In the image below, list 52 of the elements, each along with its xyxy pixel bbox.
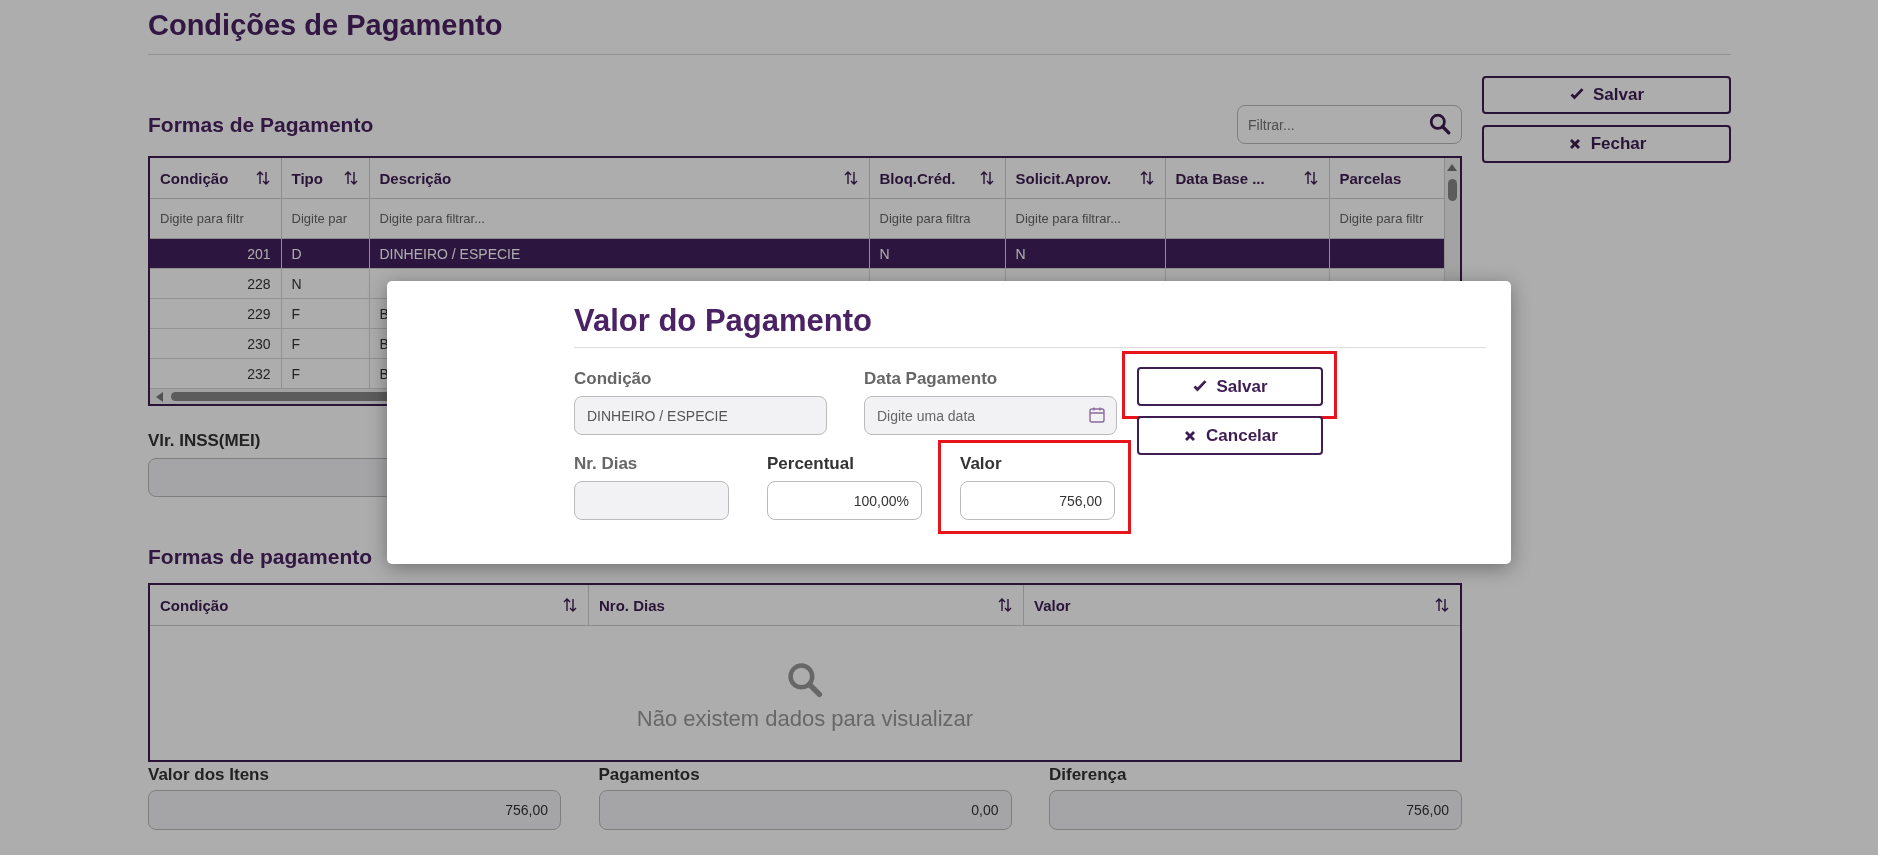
calendar-icon (1088, 406, 1106, 424)
search-icon (787, 662, 823, 698)
field-label: Valor (960, 454, 1003, 474)
column-header[interactable]: Tipo (291, 169, 323, 187)
search-icon (1429, 113, 1451, 135)
table-cell[interactable]: N (1005, 238, 1165, 269)
field-label: Valor dos Itens (148, 766, 270, 784)
column-header[interactable]: Nro. Dias (599, 596, 665, 614)
button[interactable]: Salvar (1137, 367, 1323, 406)
section-title: Formas de pagamento (148, 545, 374, 569)
table-cell[interactable]: 232 (150, 358, 281, 389)
table-cell[interactable]: 230 (150, 328, 281, 359)
button[interactable]: Fechar (1482, 125, 1731, 163)
column-header[interactable]: Solicit.Aprov. (1015, 169, 1112, 187)
table-cell[interactable]: F (281, 298, 369, 329)
table-cell[interactable]: N (869, 238, 1005, 269)
table-cell[interactable]: 201 (150, 238, 281, 269)
empty-message: Não existem dados para visualizar (636, 706, 974, 732)
input-field[interactable]: 756,00 (960, 481, 1115, 520)
table-cell[interactable]: D (281, 238, 369, 269)
column-header[interactable]: Condição (160, 169, 229, 187)
input-field[interactable]: 100,00% (767, 481, 922, 520)
page-title: Condições de Pagamento (148, 8, 504, 43)
button[interactable]: Salvar (1482, 76, 1731, 114)
input-field[interactable]: 0,00 (598, 790, 1012, 830)
check-icon (1192, 378, 1209, 395)
column-header[interactable]: Valor (1034, 596, 1071, 614)
field-label: Condição (574, 369, 653, 389)
column-header[interactable]: Bloq.Créd. (879, 169, 956, 187)
table-cell[interactable]: 228 (150, 268, 281, 299)
column-header[interactable]: Parcelas (1339, 169, 1402, 187)
field-label: Pagamentos (598, 766, 701, 784)
input-field[interactable]: 756,00 (1049, 790, 1462, 830)
input-field[interactable]: 756,00 (148, 790, 561, 830)
search-field[interactable]: Filtrar... (1237, 105, 1462, 144)
table-cell[interactable]: F (281, 328, 369, 359)
field-label: Diferença (1049, 766, 1128, 784)
button[interactable]: Cancelar (1137, 416, 1323, 455)
column-header[interactable]: Descrição (379, 169, 452, 187)
table-cell[interactable]: DINHEIRO / ESPECIE (369, 238, 869, 269)
field-label: Nr. Dias (574, 454, 639, 474)
check-icon (1568, 87, 1585, 103)
table-cell[interactable]: N (281, 268, 369, 299)
section-title: Formas de Pagamento (148, 112, 374, 137)
column-header[interactable]: Data Base ... (1175, 169, 1265, 187)
field-label: Data Pagamento (864, 369, 999, 389)
field-label: Percentual (767, 454, 855, 474)
table-cell[interactable]: F (281, 358, 369, 389)
column-header[interactable]: Condição (160, 596, 229, 614)
dialog-title: Valor do Pagamento (574, 302, 873, 340)
table-cell[interactable]: 229 (150, 298, 281, 329)
field-label: Vlr. INSS(MEI) (148, 431, 261, 451)
